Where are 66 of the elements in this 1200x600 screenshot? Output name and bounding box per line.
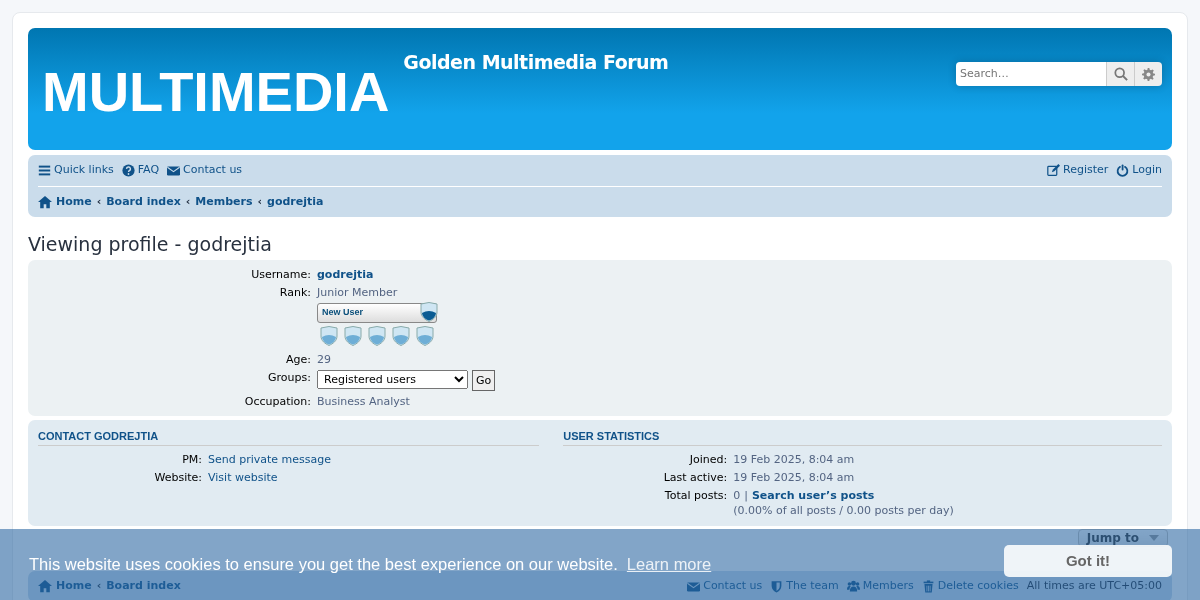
- search-posts-link[interactable]: Search user’s posts: [751, 488, 875, 503]
- menu-icon: [38, 164, 51, 177]
- nav-link[interactable]: Quick links: [38, 162, 114, 179]
- field-value: 29: [317, 352, 331, 366]
- page-title: Viewing profile - godrejtia: [28, 233, 273, 256]
- mail-icon: [167, 164, 181, 177]
- search-box[interactable]: Search…: [956, 62, 1162, 86]
- contact-link[interactable]: Visit website: [208, 471, 278, 484]
- username-link[interactable]: godrejtia: [317, 267, 374, 281]
- field-label: Username:: [251, 267, 311, 281]
- trash-icon: [921, 580, 935, 593]
- contact-link[interactable]: Send private message: [208, 453, 332, 466]
- field-label: Groups:: [268, 370, 311, 384]
- section-heading: CONTACT GODREJTIA: [38, 424, 540, 446]
- field-value: 19 Feb 2025, 8:04 am: [733, 471, 855, 484]
- got-it-button[interactable]: Got it!: [1004, 545, 1172, 577]
- section-heading: USER STATISTICS: [563, 424, 1162, 446]
- breadcrumb-link[interactable]: godrejtia: [267, 193, 324, 211]
- rank-title: New User: [322, 306, 364, 320]
- timezone-text: All times are UTC+05:00: [1026, 578, 1162, 595]
- nav-link[interactable]: Contact us: [167, 162, 243, 179]
- mail-icon: [687, 580, 701, 593]
- shield-icon: [420, 301, 438, 322]
- help-icon: [121, 164, 135, 177]
- site-title: Golden Multimedia Forum: [403, 50, 669, 75]
- advanced-search-button[interactable]: [1134, 62, 1162, 86]
- power-icon: [1116, 164, 1130, 177]
- field-label: Total posts:: [664, 489, 728, 502]
- post-count: 0: [733, 488, 741, 503]
- edit-icon: [1047, 164, 1060, 177]
- cookie-message: This website uses cookies to ensure you get the best experience on our website.: [29, 554, 618, 576]
- breadcrumb-separator: ‹: [96, 578, 102, 595]
- breadcrumb-separator: ‹: [257, 193, 263, 210]
- field-label: Rank:: [279, 285, 311, 299]
- nav-link[interactable]: FAQ: [121, 162, 160, 179]
- group-select[interactable]: Registered users: [317, 369, 468, 389]
- search-icon: [1113, 67, 1128, 81]
- home-icon: [38, 579, 52, 594]
- field-label: Joined:: [689, 453, 728, 466]
- breadcrumb-separator: ‹: [96, 193, 102, 210]
- caret-icon: [1149, 535, 1159, 541]
- jump-to-button[interactable]: Jump to: [1077, 529, 1168, 547]
- site-logo[interactable]: MULTIMEDIA: [42, 64, 390, 120]
- breadcrumb-link[interactable]: Members: [195, 193, 253, 211]
- field-label: Age:: [286, 352, 311, 366]
- field-label: Last active:: [663, 471, 728, 484]
- field-label: PM:: [182, 453, 202, 466]
- nav-link[interactable]: Register: [1047, 162, 1109, 179]
- breadcrumb-link[interactable]: Home: [38, 193, 92, 211]
- separator: |: [744, 488, 748, 503]
- field-label: Website:: [154, 471, 202, 484]
- go-button[interactable]: Go: [472, 369, 496, 391]
- breadcrumb-link[interactable]: Board index: [106, 193, 181, 211]
- post-stats: (0.00% of all posts / 0.00 posts per day): [733, 503, 954, 518]
- home-icon: [38, 195, 52, 209]
- breadcrumb-separator: ‹: [185, 193, 191, 210]
- shield-icon: [770, 580, 784, 593]
- users-icon: [846, 580, 860, 593]
- gear-icon: [1142, 67, 1155, 81]
- search-field[interactable]: Search…: [956, 62, 1106, 86]
- field-label: Occupation:: [244, 394, 311, 408]
- nav-link[interactable]: Login: [1116, 162, 1162, 179]
- field-value: 19 Feb 2025, 8:04 am: [733, 453, 855, 466]
- field-value: Junior Member: [317, 285, 398, 299]
- field-value: Business Analyst: [317, 394, 410, 408]
- search-button[interactable]: [1106, 62, 1134, 86]
